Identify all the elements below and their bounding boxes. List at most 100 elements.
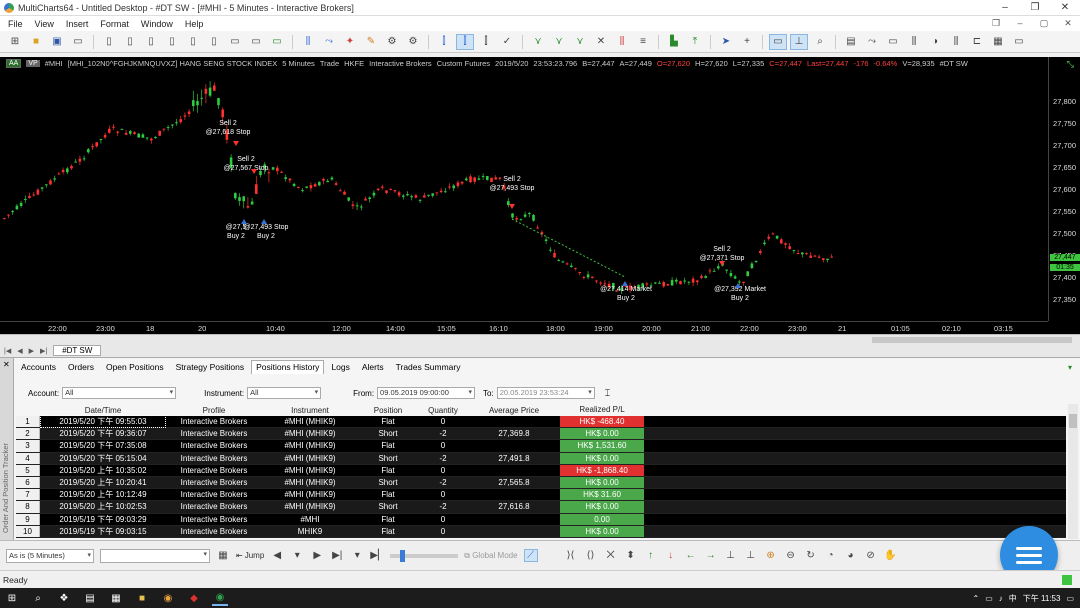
restore-icon[interactable]: ❐ <box>1020 2 1050 13</box>
child-minimize-icon[interactable]: – <box>1008 18 1032 29</box>
resolution-select[interactable]: As is (5 Minutes) <box>6 548 94 563</box>
account-select[interactable]: All <box>62 387 177 399</box>
menu-help[interactable]: Help <box>181 19 212 29</box>
table-row[interactable]: 7 2019/5/20 上午 10:12:49 Interactive Broker… <box>16 489 1066 502</box>
calculator-icon[interactable]: ▦ <box>108 590 124 606</box>
trade-bar-icon[interactable]: ▙ <box>665 34 683 50</box>
tools-icon-7[interactable]: ⊏ <box>968 34 986 50</box>
arrow-down-icon[interactable]: ↓ <box>664 550 678 561</box>
signal-icon[interactable]: ⤳ <box>320 34 338 50</box>
back-dropdown-icon[interactable]: ▾ <box>290 550 304 561</box>
end-icon[interactable]: ▶▏ <box>370 550 385 561</box>
speed-slider[interactable] <box>390 549 459 562</box>
compress-icon[interactable]: ⟩⟨ <box>564 550 578 561</box>
doc-icon-2[interactable]: ▯ <box>121 34 139 50</box>
history-icon-2[interactable]: ◕ <box>844 550 858 561</box>
doc-icon-6[interactable]: ▯ <box>205 34 223 50</box>
global-mode-button[interactable]: ⧉ Global Mode <box>464 551 517 561</box>
bar-chart-icon[interactable]: ⫿ <box>435 34 453 50</box>
trade-arrow-icon[interactable]: ⤒ <box>686 34 704 50</box>
zoom-in-icon[interactable]: ⊕ <box>764 550 778 561</box>
candlestick-plot[interactable]: Sell 2 @27,618 Stop Sell 2 @27,567 Stop @27,… <box>0 69 1048 321</box>
scale-down-icon[interactable]: ⊥ <box>744 550 758 561</box>
prev-tab-icon[interactable]: ◀ <box>17 347 22 355</box>
step-forward-icon[interactable]: ▶| <box>330 550 344 561</box>
cursor-icon[interactable]: ➤ <box>717 34 735 50</box>
col-average-price[interactable]: Average Price <box>468 406 560 415</box>
line-chart-icon[interactable]: ✓ <box>498 34 516 50</box>
zoom-out-icon[interactable]: ⊖ <box>784 550 798 561</box>
settings-icon[interactable]: ⚙ <box>383 34 401 50</box>
table-scrollbar[interactable] <box>1068 404 1078 539</box>
price-axis[interactable]: ⤡ 27,800 27,750 27,700 27,650 27,600 27,550 27… <box>1048 57 1080 321</box>
col-position[interactable]: Position <box>358 406 418 415</box>
first-tab-icon[interactable]: |◀ <box>4 347 11 355</box>
tools-icon-9[interactable]: ▭ <box>1010 34 1028 50</box>
chart-scrollbar[interactable] <box>0 334 1080 344</box>
menu-insert[interactable]: Insert <box>62 19 97 29</box>
to-date-field[interactable]: 20.05.2019 23:53:24 <box>496 387 595 399</box>
tools-icon-4[interactable]: ⫼ <box>905 34 923 50</box>
new-window-icon[interactable]: ⊞ <box>6 34 24 50</box>
child-maximize-icon[interactable]: ▢ <box>1032 18 1056 29</box>
remove-icon[interactable]: ✕ <box>592 34 610 50</box>
menu-view[interactable]: View <box>31 19 62 29</box>
play-icon[interactable]: ▶ <box>310 550 324 561</box>
tab-alerts[interactable]: Alerts <box>357 360 389 374</box>
app-red-icon[interactable]: ◆ <box>186 590 202 606</box>
shrink-vert-icon[interactable]: ⨉ <box>604 550 618 561</box>
trend-icon-1[interactable]: ⋎ <box>529 34 547 50</box>
next-tab-icon[interactable]: ▶ <box>29 347 34 355</box>
tab-strategy-positions[interactable]: Strategy Positions <box>171 360 250 374</box>
tab-dt-sw[interactable]: #DT SW <box>53 345 102 356</box>
close-icon[interactable]: ✕ <box>1050 2 1080 13</box>
candle-chart-icon[interactable]: ⫿ <box>456 33 474 50</box>
col-realized-pl[interactable]: Realized P/L <box>560 404 644 416</box>
aa-badge[interactable]: AA <box>6 58 22 68</box>
task-view-icon[interactable]: ❖ <box>56 590 72 606</box>
filter-pin-icon[interactable]: ⌶ <box>605 388 610 399</box>
tools-icon-6[interactable]: ⫼ <box>947 34 965 50</box>
forward-dropdown-icon[interactable]: ▾ <box>350 550 364 561</box>
notification-icon[interactable]: ▭ <box>1066 594 1074 603</box>
start-icon[interactable]: ⊞ <box>4 590 20 606</box>
format-icon[interactable]: ⚙ <box>404 34 422 50</box>
dom-icon[interactable]: ▭ <box>268 34 286 50</box>
open-folder-icon[interactable]: ■ <box>27 34 45 50</box>
table-row[interactable]: 6 2019/5/20 上午 10:20:41 Interactive Broker… <box>16 476 1066 490</box>
col-quantity[interactable]: Quantity <box>418 406 468 415</box>
col-datetime[interactable]: Date/Time <box>40 406 166 415</box>
expand-icon[interactable]: ⟨⟩ <box>584 550 598 561</box>
chrome-icon[interactable]: ◉ <box>160 590 176 606</box>
arrow-left-icon[interactable]: ← <box>684 550 698 561</box>
tab-trades-summary[interactable]: Trades Summary <box>391 360 466 374</box>
vp-badge[interactable]: VP <box>26 59 40 67</box>
arrow-right-icon[interactable]: → <box>704 550 718 561</box>
chart-scrollbar-thumb[interactable] <box>872 337 1072 343</box>
step-back-icon[interactable]: ◀ <box>270 550 284 561</box>
doc-icon-4[interactable]: ▯ <box>163 34 181 50</box>
tools-icon-1[interactable]: ▤ <box>842 34 860 50</box>
doc-icon-5[interactable]: ▯ <box>184 34 202 50</box>
hide-icon[interactable]: ⊘ <box>864 550 878 561</box>
trend-icon-3[interactable]: ⋎ <box>571 34 589 50</box>
scale-up-icon[interactable]: ⊥ <box>724 550 738 561</box>
drawing-icon[interactable]: ✎ <box>362 34 380 50</box>
file-app-icon[interactable]: ▤ <box>82 590 98 606</box>
omp-close-icon[interactable]: ✕ <box>3 360 10 369</box>
table-row[interactable]: 5 2019/5/20 上午 10:35:02 Interactive Broker… <box>16 464 1066 477</box>
from-date-field[interactable]: 09.05.2019 09:00:00 <box>377 387 476 399</box>
time-axis[interactable]: 22:00 23:00 18 20 10:40 12:00 14:00 15:05 16:10 1… <box>0 321 1048 334</box>
table-row[interactable]: 8 2019/5/20 上午 10:02:53 Interactive Broker… <box>16 501 1066 514</box>
last-tab-icon[interactable]: ▶| <box>40 347 47 355</box>
tab-positions-history[interactable]: Positions History <box>251 360 325 374</box>
reset-icon[interactable]: ↻ <box>804 550 818 561</box>
table-row[interactable]: 9 2019/5/19 下午 09:03:29 Interactive Broker… <box>16 513 1066 526</box>
table-row[interactable]: 2 2019/5/20 下午 09:36:07 Interactive Broker… <box>16 428 1066 441</box>
multicharts-taskbar-icon[interactable]: ◉ <box>212 590 228 606</box>
menu-window[interactable]: Window <box>137 19 181 29</box>
tab-logs[interactable]: Logs <box>326 360 354 374</box>
sync-icon[interactable]: ⟋ <box>523 549 538 562</box>
scanner-icon[interactable]: ▭ <box>247 34 265 50</box>
indicator-icon[interactable]: ⫼ <box>299 34 317 50</box>
